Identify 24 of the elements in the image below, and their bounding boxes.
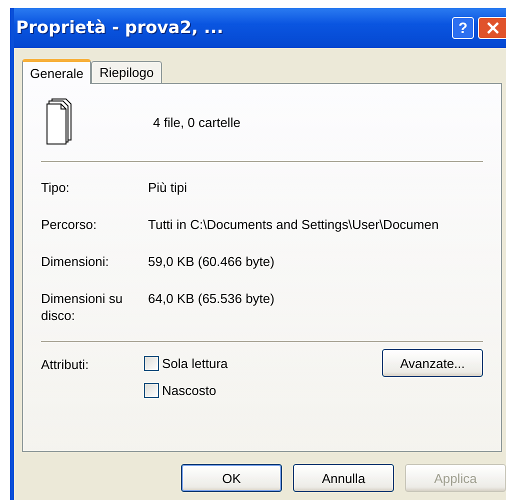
property-value: 64,0 KB (65.536 byte) — [148, 290, 276, 308]
close-icon — [486, 21, 500, 35]
attributes-label: Attributi: — [41, 356, 90, 374]
property-label: Tipo: — [41, 179, 70, 196]
help-button[interactable]: ? — [452, 17, 474, 39]
advanced-button[interactable]: Avanzate... — [382, 349, 483, 377]
property-value: Tutti in C:\Documents and Settings\User\Documen — [148, 216, 440, 233]
tab[interactable]: Generale — [22, 59, 92, 84]
window-title: Proprietà - prova2, ... — [16, 18, 224, 38]
documents-icon — [46, 98, 72, 144]
checkbox-label: Nascosto — [162, 383, 216, 398]
property-value: 59,0 KB (60.466 byte) — [148, 253, 276, 270]
checkbox-label: Sola lettura — [162, 356, 228, 371]
property-label: Dimensioni su disco: — [41, 290, 124, 324]
checkbox[interactable] — [144, 383, 159, 398]
property-label: Dimensioni: — [41, 253, 110, 270]
close-button[interactable] — [478, 17, 506, 39]
property-label: Percorso: — [41, 216, 98, 233]
dialog-button[interactable]: Annulla — [293, 464, 394, 492]
summary-text: 4 file, 0 cartelle — [153, 115, 240, 130]
dialog-button[interactable]: OK — [181, 464, 282, 492]
checkbox[interactable] — [144, 356, 159, 371]
tab[interactable]: Riepilogo — [91, 61, 162, 83]
property-value: Più tipi — [148, 179, 188, 196]
